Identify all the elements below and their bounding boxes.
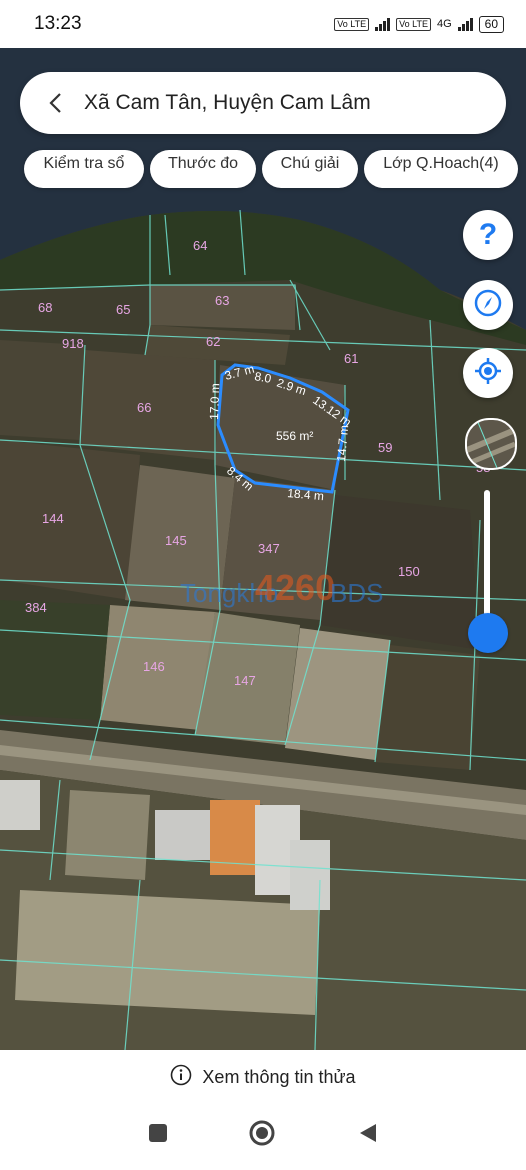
signal-icon-2 — [457, 17, 473, 31]
parcel-label: 147 — [234, 673, 256, 688]
measure-label: 8.0 — [253, 369, 272, 386]
locate-icon — [473, 356, 503, 391]
info-icon — [170, 1064, 192, 1091]
chevron-left-icon[interactable] — [40, 88, 70, 118]
parcel-label: 59 — [378, 440, 392, 455]
chip-label: Kiểm tra sổ — [43, 155, 125, 172]
area-label: 556 m² — [276, 429, 313, 443]
parcel-label: 63 — [215, 293, 229, 308]
chip-label: Chú giải — [280, 155, 340, 172]
view-parcel-info-label: Xem thông tin thửa — [202, 1066, 356, 1087]
measure-label: 14.7 m — [334, 424, 351, 462]
parcel-label: 918 — [62, 336, 84, 351]
satellite-map[interactable]: 64 68 65 63 918 62 61 66 59 58 144 145 3… — [0, 48, 526, 1050]
back-button[interactable] — [356, 1122, 378, 1149]
measure-label: 2.9 m — [275, 376, 308, 399]
parcel-label: 68 — [38, 300, 52, 315]
parcel-label: 144 — [42, 511, 64, 526]
volte-badge-1: Vo LTE — [334, 17, 370, 31]
chip-label: Thước đo — [167, 155, 239, 172]
system-nav-bar — [0, 1110, 526, 1160]
volte-badge-2: Vo LTE — [396, 17, 431, 31]
watermark-number: 4260 — [255, 567, 335, 608]
locate-button[interactable] — [463, 348, 513, 398]
help-button[interactable]: ? — [463, 210, 513, 260]
parcel-label: 347 — [258, 541, 280, 556]
battery-icon: 60 — [478, 15, 504, 33]
status-icons: Vo LTE Vo LTE 4G 60 — [334, 15, 504, 33]
recent-apps-button[interactable] — [148, 1123, 168, 1148]
measure-label: 13.12 m — [310, 393, 354, 429]
parcel-label: 150 — [398, 564, 420, 579]
location-title: Xã Cam Tân, Huyện Cam Lâm — [84, 91, 371, 114]
parcel-label: 65 — [116, 302, 130, 317]
chip-legend[interactable]: Chú giải — [262, 150, 358, 188]
signal-icon — [375, 17, 391, 31]
watermark-tail: BDS — [330, 578, 383, 608]
measure-label: 3.7 m — [223, 362, 256, 383]
parcel-label: 61 — [344, 351, 358, 366]
compass-icon — [473, 288, 503, 323]
chip-label: Lớp Q.Hoach(4) — [383, 155, 499, 172]
parcel-label: 66 — [137, 400, 151, 415]
status-time: 13:23 — [34, 13, 82, 34]
chip-check-certificate[interactable]: Kiểm tra sổ — [24, 150, 144, 188]
parcel-label: 146 — [143, 659, 165, 674]
parcel-label: 145 — [165, 533, 187, 548]
home-button[interactable] — [248, 1119, 276, 1152]
measure-label: 17.0 m — [207, 383, 222, 420]
network-type: 4G — [436, 18, 452, 30]
status-bar: 13:23 Vo LTE Vo LTE 4G 60 — [0, 0, 526, 48]
question-icon: ? — [478, 218, 498, 251]
compass-button[interactable] — [463, 280, 513, 330]
chip-ruler[interactable]: Thước đo — [150, 150, 256, 188]
parcel-label: 384 — [25, 600, 47, 615]
view-parcel-info-button[interactable]: Xem thông tin thửa — [0, 1061, 526, 1093]
location-search-bar[interactable]: Xã Cam Tân, Huyện Cam Lâm — [20, 72, 506, 134]
parcel-labels: 64 68 65 63 918 62 61 66 59 58 144 145 3… — [25, 238, 490, 688]
layers-icon — [467, 420, 515, 468]
chip-planning-layer[interactable]: Lớp Q.Hoach(4) — [364, 150, 518, 188]
parcel-label: 64 — [193, 238, 207, 253]
parcel-label: 62 — [206, 334, 220, 349]
measure-label: 18.4 m — [287, 486, 325, 503]
map-layer-toggle[interactable] — [465, 418, 517, 470]
measure-label: 8.4 m — [224, 464, 256, 494]
zoom-slider-thumb[interactable] — [468, 613, 508, 653]
